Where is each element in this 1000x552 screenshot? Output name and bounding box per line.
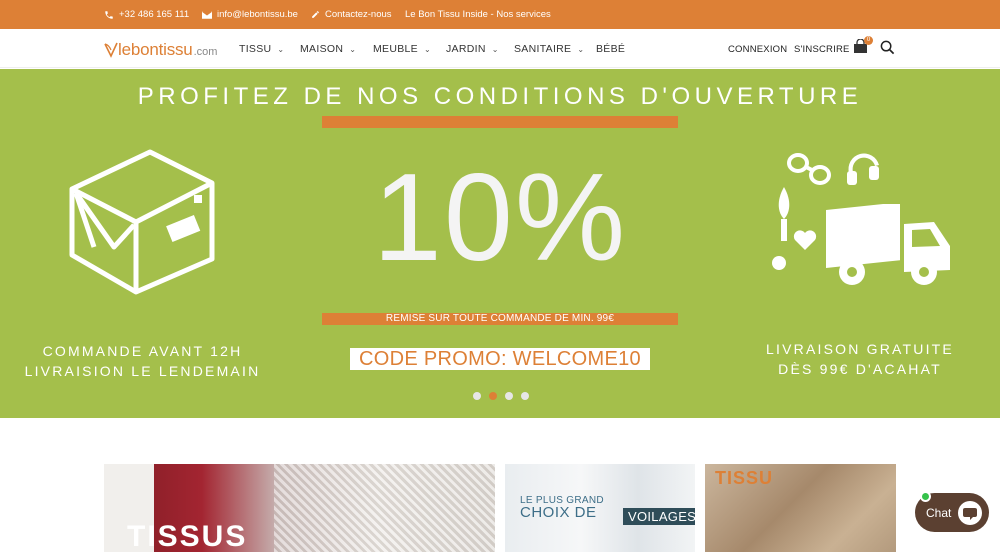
hero-remise: REMISE SUR TOUTE COMMANDE DE MIN. 99€ (322, 313, 678, 325)
site-logo[interactable]: lebontissu .com (104, 40, 217, 60)
promo-code: CODE PROMO: WELCOME10 (350, 348, 650, 370)
heart-icon (793, 230, 817, 250)
logo-suffix: .com (193, 45, 218, 58)
search-button[interactable] (880, 40, 895, 60)
hero-title: PROFITEZ DE NOS CONDITIONS D'OUVERTURE (137, 83, 863, 110)
tile-tissu-linen[interactable]: TISSU (705, 464, 896, 552)
chat-widget-button[interactable]: Chat (915, 491, 989, 532)
nav-item-tissu[interactable]: TISSU ⌄ (239, 43, 284, 55)
nav-item-meuble[interactable]: MEUBLE ⌄ (373, 43, 431, 55)
cart-button[interactable]: 0 (853, 36, 873, 55)
tile-voilages-line2: CHOIX DE (520, 504, 597, 521)
right-line-2: DÈS 99€ D'ACAHAT (778, 361, 942, 377)
logo-mark-icon (104, 42, 118, 58)
left-line-2: LIVRAISION LE LENDEMAIN (24, 363, 261, 379)
nav-item-maison[interactable]: MAISON ⌄ (300, 43, 356, 55)
nav-item-label: MAISON (300, 43, 344, 55)
tile-tissus-label: TISSUS (127, 520, 248, 552)
headphones-icon (847, 153, 879, 185)
tile-fabric-texture (274, 464, 495, 552)
carousel-dot-1[interactable] (473, 392, 481, 400)
carousel-dot-4[interactable] (521, 392, 529, 400)
glasses-icon (787, 153, 831, 185)
search-icon (880, 40, 895, 55)
chevron-down-icon: ⌄ (423, 44, 431, 54)
tile-tissus[interactable]: TISSUS (104, 464, 495, 552)
nav-item-label: BÉBÉ (596, 43, 626, 55)
free-shipping-text: LIVRAISON GRATUITE DÈS 99€ D'ACAHAT (735, 339, 985, 379)
inside-label: Le Bon Tissu Inside - Nos services (405, 9, 551, 20)
envelope-icon (202, 10, 212, 19)
nav-item-label: SANITAIRE (514, 43, 572, 55)
contact-link[interactable]: Contactez-nous (311, 9, 392, 20)
carousel-dot-3[interactable] (505, 392, 513, 400)
cart-count-badge: 0 (864, 36, 873, 45)
tile-voilages[interactable]: LE PLUS GRAND CHOIX DE VOILAGES (505, 464, 695, 552)
email-address: info@lebontissu.be (217, 9, 298, 20)
nav-item-bebe[interactable]: BÉBÉ (596, 43, 625, 55)
login-link[interactable]: CONNEXION (728, 44, 787, 55)
nav-item-sanitaire[interactable]: SANITAIRE ⌄ (514, 43, 584, 55)
online-status-dot (920, 491, 931, 502)
tile-voilages-tag: VOILAGES (623, 508, 695, 525)
chevron-down-icon: ⌄ (577, 44, 585, 54)
carousel-dot-2[interactable] (489, 392, 497, 400)
top-bar: +32 486 165 111 info@lebontissu.be Conta… (0, 0, 1000, 29)
nav-item-jardin[interactable]: JARDIN ⌄ (446, 43, 499, 55)
phone-icon (105, 10, 113, 19)
hero-banner[interactable]: PROFITEZ DE NOS CONDITIONS D'OUVERTURE 1… (0, 69, 1000, 418)
tile-tissu-label: TISSU (715, 468, 774, 488)
chevron-down-icon: ⌄ (277, 44, 285, 54)
inside-link[interactable]: Le Bon Tissu Inside - Nos services (405, 9, 551, 20)
phone-link[interactable]: +32 486 165 111 (104, 9, 189, 20)
pencil-icon (312, 11, 319, 18)
next-day-delivery-text: COMMANDE AVANT 12H LIVRAISION LE LENDEMA… (20, 341, 265, 381)
carousel-dots (473, 392, 529, 400)
nav-item-label: JARDIN (446, 43, 486, 55)
main-nav: lebontissu .com TISSU ⌄ MAISON ⌄ MEUBLE … (0, 29, 1000, 68)
contact-label: Contactez-nous (325, 9, 392, 20)
right-line-1: LIVRAISON GRATUITE (766, 341, 954, 357)
nav-item-label: MEUBLE (373, 43, 418, 55)
nav-item-label: TISSU (239, 43, 272, 55)
hero-discount: 10% (372, 149, 628, 287)
delivery-truck-icon (826, 204, 950, 285)
email-link[interactable]: info@lebontissu.be (202, 9, 298, 20)
phone-number: +32 486 165 111 (119, 9, 190, 20)
register-link[interactable]: S'INSCRIRE (794, 44, 850, 55)
package-box-icon (69, 149, 215, 295)
hero-accent-bar (322, 116, 678, 128)
chat-bubble-icon (958, 501, 982, 525)
left-line-1: COMMANDE AVANT 12H (42, 343, 243, 359)
chevron-down-icon: ⌄ (349, 44, 357, 54)
chevron-down-icon: ⌄ (491, 44, 499, 54)
logo-word: lebontissu (118, 40, 193, 59)
chat-label: Chat (926, 506, 952, 520)
